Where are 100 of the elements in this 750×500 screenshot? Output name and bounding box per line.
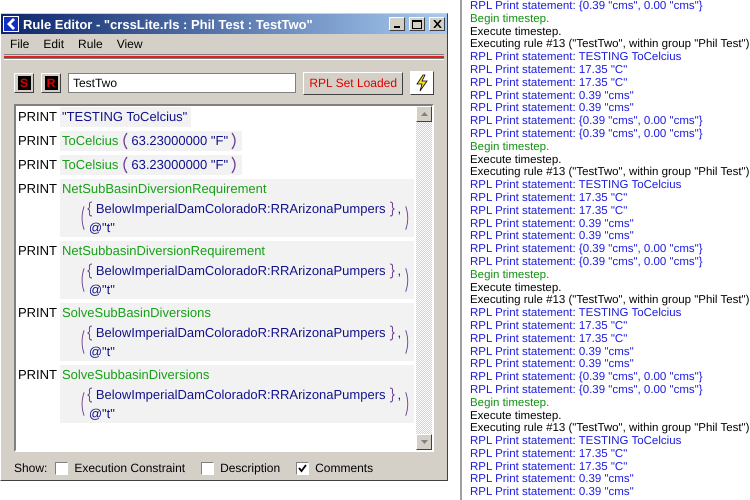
maximize-button[interactable] (409, 17, 425, 31)
function-name: NetSubBasinDiversionRequirement (62, 180, 268, 198)
paren-icon (121, 156, 128, 174)
log-line: RPL Print statement: {0.39 "cms", 0.00 "cms"} (470, 371, 704, 384)
log-line: RPL Print statement: {0.39 "cms", 0.00 "cms"} (470, 256, 704, 269)
up-arrow-icon (420, 112, 428, 116)
brace-icon (388, 324, 395, 340)
toolbar-button[interactable]: R (41, 73, 61, 93)
minimize-button[interactable] (389, 17, 405, 31)
brace-icon (86, 200, 93, 216)
log-line: Execute timestep. (470, 282, 562, 294)
string-literal: "TESTING ToCelcius" (60, 107, 192, 127)
function-argument: 63.23000000 "F" (131, 132, 228, 150)
function-name: SolveSubBasinDiversions (62, 304, 212, 322)
brace-icon (388, 262, 395, 278)
menu-item[interactable]: File (3, 37, 36, 51)
print-keyword: PRINT (18, 132, 57, 150)
log-line: RPL Print statement: {0.39 "cms", 0.00 "cms"} (470, 115, 704, 128)
toolbar-button[interactable]: S (14, 73, 34, 93)
brace-icon (86, 262, 93, 278)
log-line: RPL Print statement: 0.39 "cms" (470, 230, 635, 244)
log-line: Executing rule #13 ("TestTwo", within group "Phil Test") (470, 294, 750, 308)
function-name: ToCelcius (62, 132, 118, 150)
log-line: Begin timestep. (470, 268, 550, 282)
log-line: RPL Print statement: 17.35 "C" (470, 320, 628, 333)
lightning-icon (415, 74, 429, 92)
app-icon (3, 16, 19, 32)
menu-item[interactable]: View (110, 37, 150, 51)
log-line: Execute timestep. (470, 26, 562, 38)
function-argument: @"t" (88, 219, 116, 237)
log-line: RPL Print statement: 0.39 "cms" (470, 102, 635, 116)
maximize-icon (412, 20, 422, 28)
log-line: RPL Print statement: 0.39 "cms" (470, 358, 635, 372)
set-item: BelowImperialDamColoradoR:RRArizonaPumpers (96, 324, 386, 342)
menu-item[interactable]: Rule (71, 37, 110, 51)
log-line: RPL Print statement: {0.39 "cms", 0.00 "cms"} (470, 384, 704, 397)
log-line: Executing rule #13 ("TestTwo", within group "Phil Test") (470, 422, 750, 436)
log-line: RPL Print statement: 0.39 "cms" (470, 486, 635, 500)
print-keyword: PRINT (18, 366, 57, 384)
log-line: Begin timestep. (470, 12, 550, 26)
brace-icon (86, 324, 93, 340)
set-item: BelowImperialDamColoradoR:RRArizonaPumpers (96, 200, 386, 218)
log-line: RPL Print statement: 17.35 "C" (470, 64, 628, 77)
log-line: Execute timestep. (470, 410, 562, 422)
log-line: RPL Print statement: TESTING ToCelcius (470, 51, 682, 64)
log-line: Begin timestep. (470, 396, 550, 410)
paren-icon (231, 132, 238, 150)
log-line: Begin timestep. (470, 140, 550, 154)
log-line: RPL Print statement: 17.35 "C" (470, 332, 628, 346)
comma: , (398, 200, 402, 218)
function-argument: @"t" (88, 405, 116, 423)
rule-name-field[interactable]: TestTwo (68, 73, 296, 93)
function-argument: 63.23000000 "F" (131, 156, 228, 174)
function-name: NetSubbasinDiversionRequirement (62, 242, 266, 260)
log-line: Executing rule #13 ("TestTwo", within group "Phil Test") (470, 166, 750, 180)
log-line: RPL Print statement: {0.39 "cms", 0.00 "cms"} (470, 243, 704, 256)
print-keyword: PRINT (18, 156, 57, 174)
log-line: RPL Print statement: 17.35 "C" (470, 204, 628, 218)
comma: , (398, 324, 402, 342)
log-line: RPL Print statement: 17.35 "C" (470, 192, 628, 205)
log-line: RPL Print statement: 17.35 "C" (470, 460, 628, 474)
checkbox[interactable] (296, 462, 310, 474)
checkbox-label: Comments (315, 461, 374, 475)
log-line: RPL Print statement: TESTING ToCelcius (470, 307, 682, 320)
close-button[interactable] (429, 17, 445, 31)
log-line: RPL Print statement: TESTING ToCelcius (470, 179, 682, 192)
menu-item[interactable]: Edit (36, 37, 72, 51)
log-line: RPL Print statement: {0.39 "cms", 0.00 "cms"} (470, 128, 704, 141)
paren-icon (121, 132, 128, 150)
checkmark-icon (298, 464, 308, 472)
scrollbar[interactable] (416, 106, 432, 450)
log-line: RPL Print statement: 17.35 "C" (470, 76, 628, 90)
function-name: SolveSubbasinDiversions (62, 366, 210, 384)
function-name: ToCelsius (62, 156, 118, 174)
down-arrow-icon (420, 440, 428, 444)
print-keyword: PRINT (18, 180, 57, 198)
log-line: RPL Print statement: 17.35 "C" (470, 448, 628, 461)
print-keyword: PRINT (18, 108, 57, 126)
scroll-up-button[interactable] (416, 106, 432, 122)
log-line: RPL Print statement: 0.39 "cms" (470, 473, 635, 486)
window-title: Rule Editor - "crssLite.rls : Phil Test : TestTwo" (23, 16, 314, 32)
scroll-down-button[interactable] (416, 434, 432, 450)
print-keyword: PRINT (18, 304, 57, 322)
print-keyword: PRINT (18, 242, 57, 260)
paren-icon (231, 156, 238, 174)
checkbox-label: Description (220, 461, 280, 475)
log-line: RPL Print statement: {0.39 "cms", 0.00 "cms"} (470, 0, 704, 13)
show-label: Show: (14, 461, 48, 475)
checkbox[interactable] (201, 462, 214, 474)
log-line: RPL Print statement: 0.39 "cms" (470, 346, 635, 358)
set-item: BelowImperialDamColoradoR:RRArizonaPumpers (96, 386, 386, 404)
log-line: Execute timestep. (470, 154, 562, 166)
lightning-button[interactable] (410, 71, 434, 95)
brace-icon (388, 386, 395, 402)
comma: , (398, 262, 402, 280)
log-line: RPL Print statement: 0.39 "cms" (470, 90, 635, 102)
brace-icon (86, 386, 93, 402)
log-line: RPL Print statement: TESTING ToCelcius (470, 435, 682, 448)
brace-icon (388, 200, 395, 216)
checkbox[interactable] (55, 462, 68, 474)
